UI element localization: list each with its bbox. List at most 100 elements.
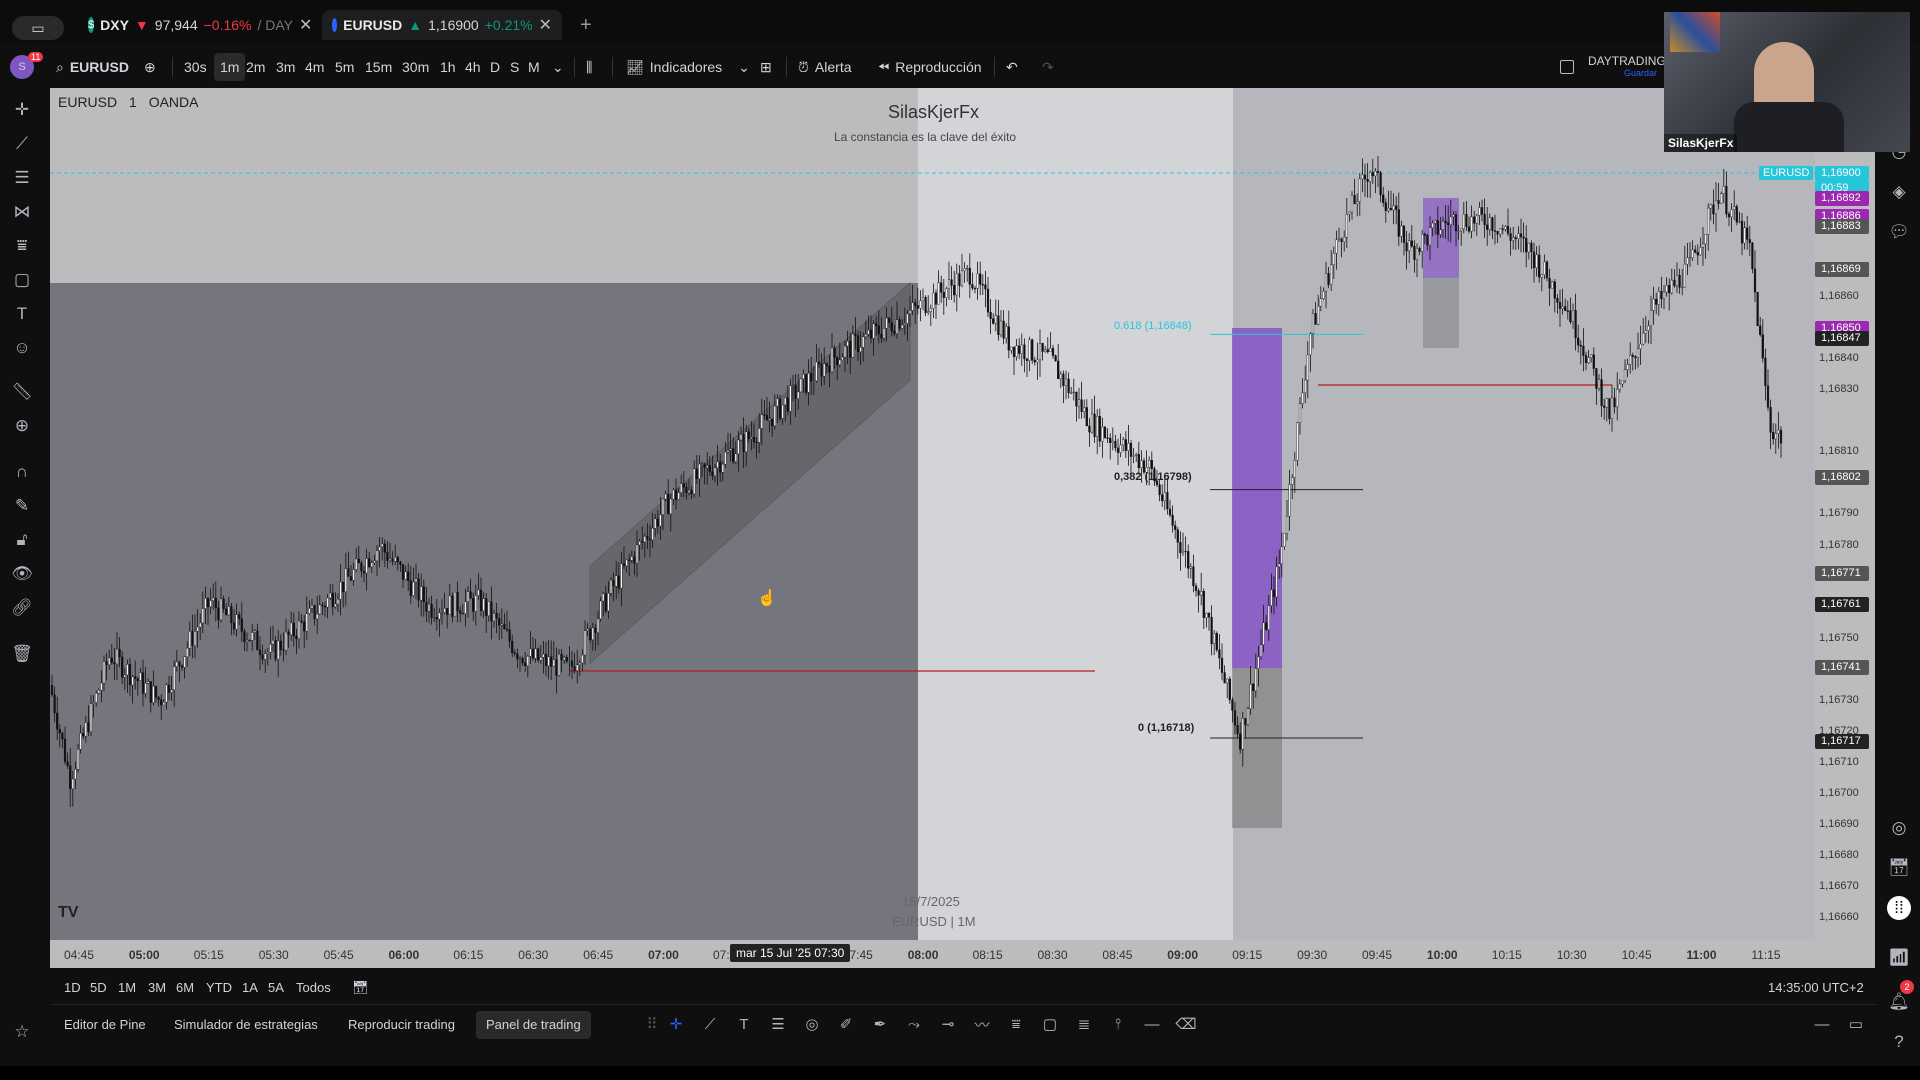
crosshair-icon[interactable]: ✛ xyxy=(10,98,34,122)
calendar-icon[interactable]: 📅︎ xyxy=(1887,856,1911,880)
tf-d[interactable]: D xyxy=(490,48,500,86)
target-icon[interactable]: ◎ xyxy=(1887,816,1911,840)
indicators-button[interactable]: 📈︎ Indicadores ⌄ xyxy=(626,48,750,86)
date-range-icon[interactable]: 📅︎ xyxy=(352,980,369,996)
tf-5m[interactable]: 5m xyxy=(335,48,354,86)
signal-icon[interactable]: 📶︎ xyxy=(1887,946,1911,970)
chart-canvas[interactable] xyxy=(50,88,1815,968)
compare-button[interactable]: ⊕ xyxy=(144,48,156,86)
projection-icon[interactable]: ⩸ xyxy=(10,234,34,258)
tf-30s[interactable]: 30s xyxy=(184,48,207,86)
purple-fvg-box[interactable] xyxy=(1232,328,1282,668)
trendline-icon[interactable]: ⟋ xyxy=(10,132,34,156)
range-1d[interactable]: 1D xyxy=(64,980,81,995)
rectangle-icon[interactable]: ▢ xyxy=(1038,1013,1062,1035)
magnet-icon[interactable]: ∩ xyxy=(10,460,34,484)
emoji-icon[interactable]: ☺ xyxy=(10,336,34,360)
replay-button[interactable]: ⏪︎ Reproducción xyxy=(878,48,982,86)
undo-button[interactable]: ↶ xyxy=(1006,48,1018,86)
range-3m[interactable]: 3M xyxy=(148,980,166,995)
candle-body xyxy=(1512,237,1515,241)
redo-button[interactable]: ↷ xyxy=(1042,48,1054,86)
tf-1m[interactable]: 1m xyxy=(214,53,246,81)
pencil-lock-icon[interactable]: ✎ xyxy=(10,494,34,518)
eye-icon[interactable]: 👁︎ xyxy=(10,562,34,586)
text-icon[interactable]: T xyxy=(10,302,34,326)
watchlist-star-icon[interactable]: ☆ xyxy=(10,1020,34,1044)
pattern-icon[interactable]: ⋈ xyxy=(10,200,34,224)
text-icon[interactable]: T xyxy=(732,1013,756,1035)
tf-4h[interactable]: 4h xyxy=(465,48,481,86)
tab-pine-editor[interactable]: Editor de Pine xyxy=(54,1011,156,1039)
candle-body xyxy=(1033,359,1036,363)
tab-trading-panel[interactable]: Panel de trading xyxy=(476,1011,591,1039)
tf-2m[interactable]: 2m xyxy=(246,48,265,86)
candle-body xyxy=(552,659,555,667)
layers-icon[interactable]: ◈ xyxy=(1887,180,1911,204)
range-ytd[interactable]: YTD xyxy=(206,980,232,995)
tf-m[interactable]: M xyxy=(528,48,540,86)
ruler-icon[interactable]: 📏︎ xyxy=(10,380,34,404)
fib-channel-icon[interactable]: ≣ xyxy=(1072,1013,1096,1035)
apps-icon[interactable]: ⁞⁞ xyxy=(1887,896,1911,920)
alert-button[interactable]: ⏰︎ Alerta xyxy=(798,48,852,86)
tf-15m[interactable]: 15m xyxy=(365,48,392,86)
range-6m[interactable]: 6M xyxy=(176,980,194,995)
tab-strategy-tester[interactable]: Simulador de estrategias xyxy=(164,1011,328,1039)
path-icon[interactable]: ⤳ xyxy=(902,1013,926,1035)
lock-icon[interactable]: 🔓︎ xyxy=(10,528,34,552)
crosshair-icon[interactable]: ✛ xyxy=(664,1013,688,1035)
long-position-icon[interactable]: ⫯ xyxy=(1106,1013,1130,1035)
close-icon[interactable]: ✕ xyxy=(299,15,312,35)
shapes-icon[interactable]: ▢ xyxy=(10,268,34,292)
tab-eurusd[interactable]: EURUSD ▲ 1,16900 +0.21% ✕ xyxy=(322,10,562,40)
avatar[interactable]: S 11 xyxy=(10,48,44,86)
close-icon[interactable]: ✕ xyxy=(539,15,552,35)
pen-icon[interactable]: ✒ xyxy=(868,1013,892,1035)
price-axis[interactable]: 1,16860 1,16840 1,16830 1,16810 1,16790 1,167… xyxy=(1759,88,1875,968)
chart-type-button[interactable]: ⫼ xyxy=(586,48,592,86)
fib-icon[interactable]: ☰ xyxy=(10,166,34,190)
tf-4m[interactable]: 4m xyxy=(305,48,324,86)
time-axis[interactable]: 11:15 11:00 10:45 10:30 10:15 10:00 09:45 09:30… xyxy=(50,940,1815,968)
new-tab-button[interactable]: + xyxy=(570,10,602,40)
maximize-icon[interactable]: ▭ xyxy=(1844,1013,1868,1035)
templates-button[interactable]: ⊞ xyxy=(760,48,772,86)
eraser-icon[interactable]: ⌫ xyxy=(1174,1013,1198,1035)
tf-30m[interactable]: 30m xyxy=(402,48,429,86)
range-1m[interactable]: 1M xyxy=(118,980,136,995)
chat-icon[interactable]: 💬︎ xyxy=(1887,220,1911,244)
symbol-search[interactable]: ⌕ EURUSD xyxy=(56,48,129,86)
range-5a[interactable]: 5A xyxy=(268,980,284,995)
wave-icon[interactable]: 〰 xyxy=(970,1013,994,1035)
tab-dxy[interactable]: $ DXY ▼ 97,944 −0.16% / DAY ✕ xyxy=(78,10,318,40)
help-icon[interactable]: ? xyxy=(1887,1030,1911,1054)
tf-s[interactable]: S xyxy=(510,48,519,86)
timeframe-dropdown[interactable]: ⌄ xyxy=(552,48,564,86)
zoom-in-icon[interactable]: ⊕ xyxy=(10,414,34,438)
home-tab[interactable]: ▭ xyxy=(12,16,64,40)
horizontal-line-icon[interactable]: — xyxy=(1140,1013,1164,1035)
layout-button[interactable]: DAYTRADING Guardar xyxy=(1560,48,1666,86)
candle-body xyxy=(401,564,405,580)
range-5d[interactable]: 5D xyxy=(90,980,107,995)
tf-3m[interactable]: 3m xyxy=(276,48,295,86)
tab-replay-trading[interactable]: Reproducir trading xyxy=(338,1011,465,1039)
grey-box-small[interactable] xyxy=(1423,278,1459,348)
range-1a[interactable]: 1A xyxy=(242,980,258,995)
drag-handle-icon[interactable]: ⠿ xyxy=(640,1013,664,1035)
fib-icon[interactable]: ☰ xyxy=(766,1013,790,1035)
trendline-icon[interactable]: ⟋ xyxy=(698,1013,722,1035)
brush-icon[interactable]: ✐ xyxy=(834,1013,858,1035)
candle-body xyxy=(812,380,815,382)
horizontal-ray-icon[interactable]: ⊸ xyxy=(936,1013,960,1035)
chart-area[interactable]: EURUSD 1 OANDA SilasKjerFx La constancia… xyxy=(50,88,1815,968)
range-all[interactable]: Todos xyxy=(296,980,331,995)
tf-1h[interactable]: 1h xyxy=(440,48,456,86)
trash-icon[interactable]: 🗑︎ xyxy=(10,642,34,666)
link-icon[interactable]: 🔗︎ xyxy=(10,596,34,620)
circle-icon[interactable]: ◎ xyxy=(800,1013,824,1035)
minimize-icon[interactable]: — xyxy=(1810,1013,1834,1035)
channel-icon[interactable]: ⩸ xyxy=(1004,1013,1028,1035)
clock-display[interactable]: 14:35:00 UTC+2 xyxy=(1768,980,1864,995)
